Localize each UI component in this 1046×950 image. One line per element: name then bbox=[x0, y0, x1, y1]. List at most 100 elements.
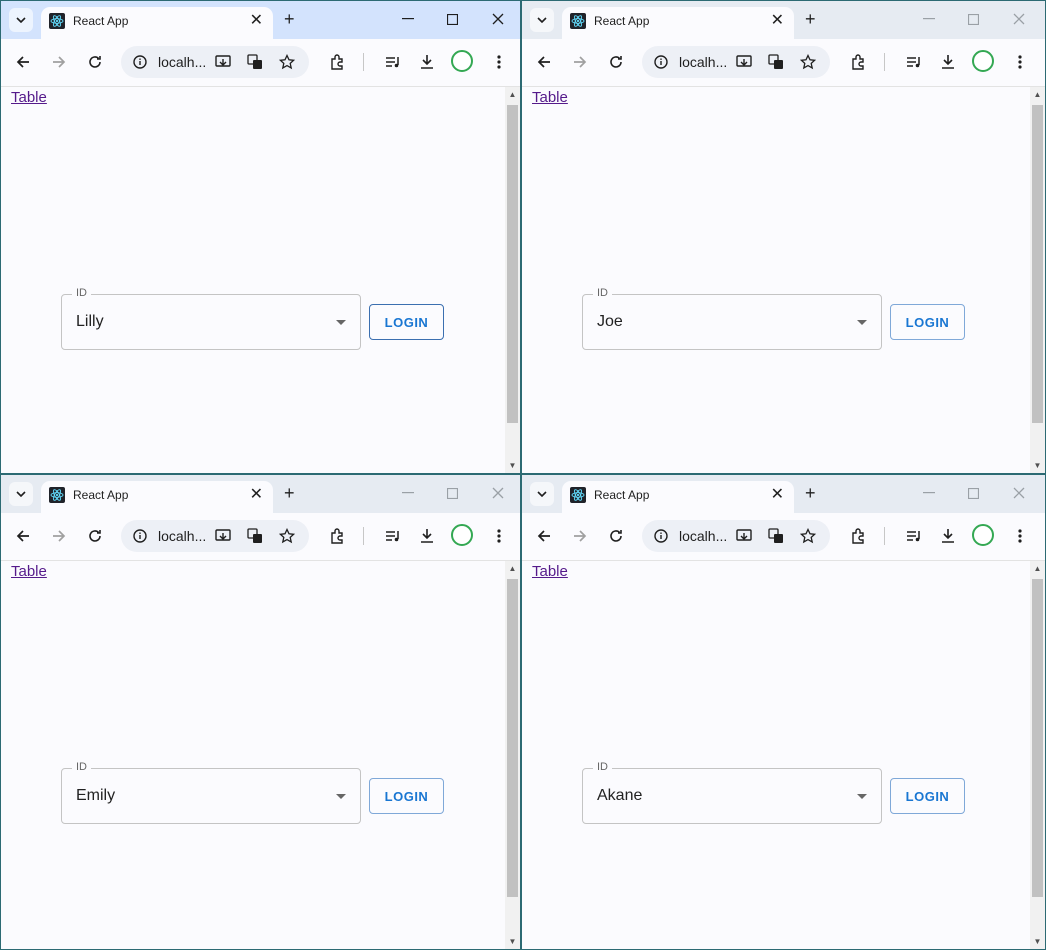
reload-icon[interactable] bbox=[604, 524, 628, 548]
address-bar[interactable]: localh... bbox=[121, 520, 309, 552]
tab-strip: React App ✕ + bbox=[522, 475, 1045, 513]
download-icon[interactable] bbox=[415, 50, 439, 74]
reload-icon[interactable] bbox=[83, 50, 107, 74]
tab-react-app[interactable]: React App ✕ bbox=[562, 481, 794, 513]
scroll-up-icon[interactable]: ▲ bbox=[508, 90, 517, 99]
extensions-icon[interactable] bbox=[325, 50, 349, 74]
scroll-down-icon[interactable]: ▼ bbox=[508, 461, 517, 470]
media-control-icon[interactable] bbox=[381, 524, 405, 548]
new-tab-icon[interactable]: + bbox=[805, 482, 816, 504]
close-tab-icon[interactable]: ✕ bbox=[771, 11, 784, 31]
extensions-icon[interactable] bbox=[846, 524, 870, 548]
scroll-thumb[interactable] bbox=[1032, 105, 1043, 423]
scroll-thumb[interactable] bbox=[507, 105, 518, 423]
login-button[interactable]: LOGIN bbox=[890, 304, 965, 340]
id-select[interactable]: ID Lilly bbox=[61, 287, 361, 350]
scroll-up-icon[interactable]: ▲ bbox=[1033, 90, 1042, 99]
close-window-icon[interactable] bbox=[997, 480, 1041, 506]
address-bar[interactable]: localh... bbox=[642, 46, 830, 78]
scroll-up-icon[interactable]: ▲ bbox=[508, 564, 517, 573]
maximize-icon[interactable] bbox=[951, 480, 995, 506]
close-tab-icon[interactable]: ✕ bbox=[771, 485, 784, 505]
star-icon bbox=[279, 54, 295, 70]
scrollbar[interactable]: ▲ ▼ bbox=[505, 87, 520, 473]
id-label: ID bbox=[72, 287, 91, 299]
forward-icon[interactable] bbox=[47, 524, 71, 548]
reload-icon[interactable] bbox=[83, 524, 107, 548]
table-link[interactable]: Table bbox=[11, 563, 47, 580]
download-icon[interactable] bbox=[936, 50, 960, 74]
minimize-icon[interactable] bbox=[386, 480, 430, 506]
forward-icon[interactable] bbox=[47, 50, 71, 74]
media-control-icon[interactable] bbox=[381, 50, 405, 74]
star-icon bbox=[800, 528, 816, 544]
media-control-icon[interactable] bbox=[902, 524, 926, 548]
profile-avatar[interactable] bbox=[451, 524, 473, 546]
login-button[interactable]: LOGIN bbox=[369, 778, 444, 814]
maximize-icon[interactable] bbox=[430, 6, 474, 32]
scrollbar[interactable]: ▲ ▼ bbox=[505, 561, 520, 949]
new-tab-icon[interactable]: + bbox=[284, 482, 295, 504]
scroll-thumb[interactable] bbox=[507, 579, 518, 897]
forward-icon[interactable] bbox=[568, 524, 592, 548]
scroll-down-icon[interactable]: ▼ bbox=[1033, 461, 1042, 470]
minimize-icon[interactable] bbox=[386, 6, 430, 32]
back-icon[interactable] bbox=[11, 50, 35, 74]
table-link[interactable]: Table bbox=[11, 89, 47, 106]
close-tab-icon[interactable]: ✕ bbox=[250, 11, 263, 31]
menu-icon[interactable] bbox=[1008, 524, 1032, 548]
scrollbar[interactable]: ▲ ▼ bbox=[1030, 87, 1045, 473]
scrollbar[interactable]: ▲ ▼ bbox=[1030, 561, 1045, 949]
menu-icon[interactable] bbox=[1008, 50, 1032, 74]
extensions-icon[interactable] bbox=[846, 50, 870, 74]
menu-icon[interactable] bbox=[487, 50, 511, 74]
address-bar[interactable]: localh... bbox=[642, 520, 830, 552]
close-tab-icon[interactable]: ✕ bbox=[250, 485, 263, 505]
maximize-icon[interactable] bbox=[430, 480, 474, 506]
download-icon[interactable] bbox=[415, 524, 439, 548]
id-select[interactable]: ID Joe bbox=[582, 287, 882, 350]
maximize-icon[interactable] bbox=[951, 6, 995, 32]
back-icon[interactable] bbox=[532, 524, 556, 548]
scroll-thumb[interactable] bbox=[1032, 579, 1043, 897]
tab-search-button[interactable] bbox=[9, 482, 33, 506]
tab-search-button[interactable] bbox=[530, 8, 554, 32]
media-control-icon[interactable] bbox=[902, 50, 926, 74]
back-icon[interactable] bbox=[532, 50, 556, 74]
id-value: Joe bbox=[597, 313, 623, 330]
tab-search-button[interactable] bbox=[9, 8, 33, 32]
forward-icon[interactable] bbox=[568, 50, 592, 74]
info-icon bbox=[133, 529, 147, 543]
profile-avatar[interactable] bbox=[451, 50, 473, 72]
profile-avatar[interactable] bbox=[972, 50, 994, 72]
table-link[interactable]: Table bbox=[532, 563, 568, 580]
menu-icon[interactable] bbox=[487, 524, 511, 548]
tab-react-app[interactable]: React App ✕ bbox=[41, 481, 273, 513]
tab-react-app[interactable]: React App ✕ bbox=[41, 7, 273, 39]
minimize-icon[interactable] bbox=[907, 480, 951, 506]
scroll-down-icon[interactable]: ▼ bbox=[1033, 937, 1042, 946]
scroll-up-icon[interactable]: ▲ bbox=[1033, 564, 1042, 573]
tab-react-app[interactable]: React App ✕ bbox=[562, 7, 794, 39]
download-icon[interactable] bbox=[936, 524, 960, 548]
close-window-icon[interactable] bbox=[997, 6, 1041, 32]
address-bar[interactable]: localh... bbox=[121, 46, 309, 78]
profile-avatar[interactable] bbox=[972, 524, 994, 546]
login-button[interactable]: LOGIN bbox=[890, 778, 965, 814]
new-tab-icon[interactable]: + bbox=[805, 8, 816, 30]
id-select[interactable]: ID Akane bbox=[582, 761, 882, 824]
close-window-icon[interactable] bbox=[476, 6, 520, 32]
id-select[interactable]: ID Emily bbox=[61, 761, 361, 824]
tab-search-button[interactable] bbox=[530, 482, 554, 506]
extensions-icon[interactable] bbox=[325, 524, 349, 548]
browser-window-1: React App ✕ + localh... Table ID Lilly L… bbox=[0, 0, 521, 474]
table-link[interactable]: Table bbox=[532, 89, 568, 106]
back-icon[interactable] bbox=[11, 524, 35, 548]
scroll-down-icon[interactable]: ▼ bbox=[508, 937, 517, 946]
close-window-icon[interactable] bbox=[476, 480, 520, 506]
new-tab-icon[interactable]: + bbox=[284, 8, 295, 30]
react-favicon-icon bbox=[570, 13, 586, 29]
minimize-icon[interactable] bbox=[907, 6, 951, 32]
reload-icon[interactable] bbox=[604, 50, 628, 74]
login-button[interactable]: LOGIN bbox=[369, 304, 444, 340]
